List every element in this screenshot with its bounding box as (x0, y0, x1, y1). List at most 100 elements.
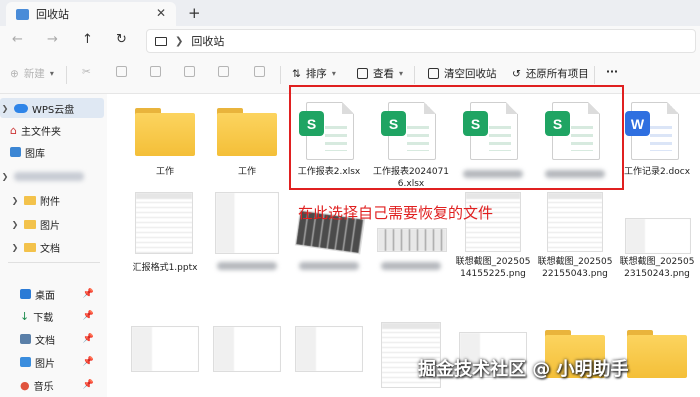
sidebar-item-label: 图片 (35, 358, 55, 370)
folder-icon (24, 242, 36, 252)
sidebar-item-documents[interactable]: ❯ 文档 (10, 237, 60, 257)
address-bar[interactable]: ❯ 回收站 (146, 29, 696, 53)
tab-recycle-bin[interactable]: 回收站 ✕ (6, 2, 176, 26)
sidebar-item-label: 下载 (33, 312, 54, 324)
chevron-right-icon[interactable]: ❯ (10, 243, 20, 252)
folder-icon (24, 219, 36, 229)
share-icon (218, 66, 229, 77)
view-button[interactable]: 查看 ▾ (357, 66, 403, 81)
refresh-icon[interactable]: ↻ (116, 32, 127, 47)
toolbar-divider (594, 66, 595, 84)
restore-all-button[interactable]: ↺ 还原所有项目 (512, 66, 589, 81)
cut-button[interactable]: ✂ (82, 66, 91, 78)
file-item-folder[interactable]: 工作 (125, 98, 205, 188)
view-label: 查看 (373, 68, 394, 80)
sidebar-item-label: 文档 (35, 335, 55, 347)
more-options-button[interactable]: ··· (606, 66, 618, 78)
sort-icon: ⇅ (292, 67, 301, 80)
file-name: 联想截图_20250522155043.png (537, 257, 613, 279)
sidebar-item-blurred[interactable]: ❯ (0, 166, 84, 186)
delete-button[interactable] (254, 66, 265, 77)
tab-label: 回收站 (36, 8, 69, 21)
sidebar-item-label: 附件 (40, 196, 60, 208)
new-label: 新建 (23, 68, 45, 80)
toolbar-divider (414, 66, 415, 84)
sidebar-item-attachments[interactable]: ❯ 附件 (10, 190, 60, 210)
sort-button[interactable]: ⇅ 排序 ▾ (292, 66, 336, 81)
blurred-file-name (299, 262, 359, 270)
sidebar-item-music[interactable]: ● 音乐 📌 (20, 375, 104, 395)
new-button[interactable]: ⊕ 新建 ▾ (10, 66, 54, 81)
sidebar-item-label: 图片 (40, 220, 60, 232)
chevron-right-icon[interactable]: ❯ (0, 172, 10, 181)
chevron-right-icon: ❯ (175, 35, 184, 47)
trash-icon (254, 66, 265, 77)
share-button[interactable] (218, 66, 229, 77)
folder-icon (135, 108, 195, 156)
pin-icon: 📌 (82, 357, 94, 367)
home-icon: ⌂ (10, 123, 17, 137)
sidebar-item-label: 文档 (40, 243, 60, 255)
close-tab-icon[interactable]: ✕ (156, 6, 166, 20)
paste-button[interactable] (150, 66, 161, 77)
blurred-file-name (217, 262, 277, 270)
view-icon (357, 68, 368, 79)
file-item-folder[interactable]: 工作 (207, 98, 287, 188)
address-row: ← → ↑ ↻ ❯ 回收站 (0, 26, 700, 56)
picture-icon (20, 357, 31, 367)
file-item-png[interactable]: 联想截图_20250523150243.png (617, 190, 697, 282)
sidebar-item-home[interactable]: ⌂ 主文件夹 (10, 120, 61, 140)
back-arrow-icon[interactable]: ← (12, 32, 23, 47)
file-item-image[interactable] (207, 320, 287, 397)
breadcrumb-recycle-bin[interactable]: 回收站 (191, 33, 224, 49)
music-icon: ● (20, 378, 30, 392)
sidebar-item-gallery[interactable]: 图库 (10, 142, 45, 162)
pin-icon: 📌 (82, 380, 94, 390)
file-item-png[interactable]: 联想截图_20250522155043.png (535, 190, 615, 282)
forward-arrow-icon[interactable]: → (47, 32, 58, 47)
sidebar-item-pictures-quick[interactable]: 图片 📌 (20, 352, 104, 372)
sidebar-item-desktop[interactable]: 桌面 📌 (20, 284, 104, 304)
restore-all-label: 还原所有项目 (525, 68, 589, 80)
restore-icon: ↺ (512, 67, 521, 80)
monitor-icon (155, 36, 167, 46)
chevron-right-icon[interactable]: ❯ (0, 104, 10, 113)
pin-icon: 📌 (82, 289, 94, 299)
empty-recycle-bin-button[interactable]: 清空回收站 (428, 66, 497, 81)
file-item-image[interactable] (125, 320, 205, 397)
file-item-pptx[interactable]: 汇报格式1.pptx (125, 190, 205, 282)
sidebar-item-label: 桌面 (35, 290, 55, 302)
up-arrow-icon[interactable]: ↑ (82, 32, 93, 47)
sidebar-item-downloads[interactable]: ↓ 下载 📌 (20, 306, 104, 326)
sidebar-divider (8, 262, 100, 263)
rename-icon (184, 66, 195, 77)
watermark: 掘金技术社区 @ 小明助手 (418, 359, 629, 380)
file-item-image[interactable] (207, 190, 287, 282)
screenshot-thumbnail (547, 192, 603, 252)
download-icon: ↓ (20, 309, 30, 323)
selection-highlight-box (289, 85, 624, 190)
pin-icon: 📌 (82, 334, 94, 344)
file-item-docx[interactable]: W 工作记录2.docx (617, 98, 697, 188)
sidebar-item-pictures[interactable]: ❯ 图片 (10, 214, 60, 234)
chevron-right-icon[interactable]: ❯ (10, 196, 20, 205)
chevron-right-icon[interactable]: ❯ (10, 220, 20, 229)
sidebar-item-documents-quick[interactable]: 文档 📌 (20, 329, 104, 349)
file-item-image[interactable] (289, 320, 369, 397)
sidebar-item-wps-cloud[interactable]: ❯ WPS云盘 (0, 98, 104, 118)
chevron-down-icon: ▾ (399, 69, 404, 78)
cloud-icon (14, 103, 28, 113)
sidebar-item-label: 图库 (25, 148, 45, 160)
paste-icon (150, 66, 161, 77)
folder-icon (217, 108, 277, 156)
new-tab-button[interactable]: + (188, 4, 201, 22)
navigation-pane: ❯ WPS云盘 ⌂ 主文件夹 图库 ❯ ❯ 附件 ❯ 图片 ❯ 文档 桌面 📌 … (0, 94, 107, 397)
copy-button[interactable] (116, 66, 127, 77)
file-item-folder[interactable] (617, 320, 697, 397)
rename-button[interactable] (184, 66, 195, 77)
trash-icon (428, 68, 439, 79)
folder-icon (627, 330, 687, 378)
file-name: 工作记录2.docx (623, 167, 691, 177)
chevron-down-icon: ▾ (49, 69, 54, 78)
toolbar-divider (66, 66, 67, 84)
